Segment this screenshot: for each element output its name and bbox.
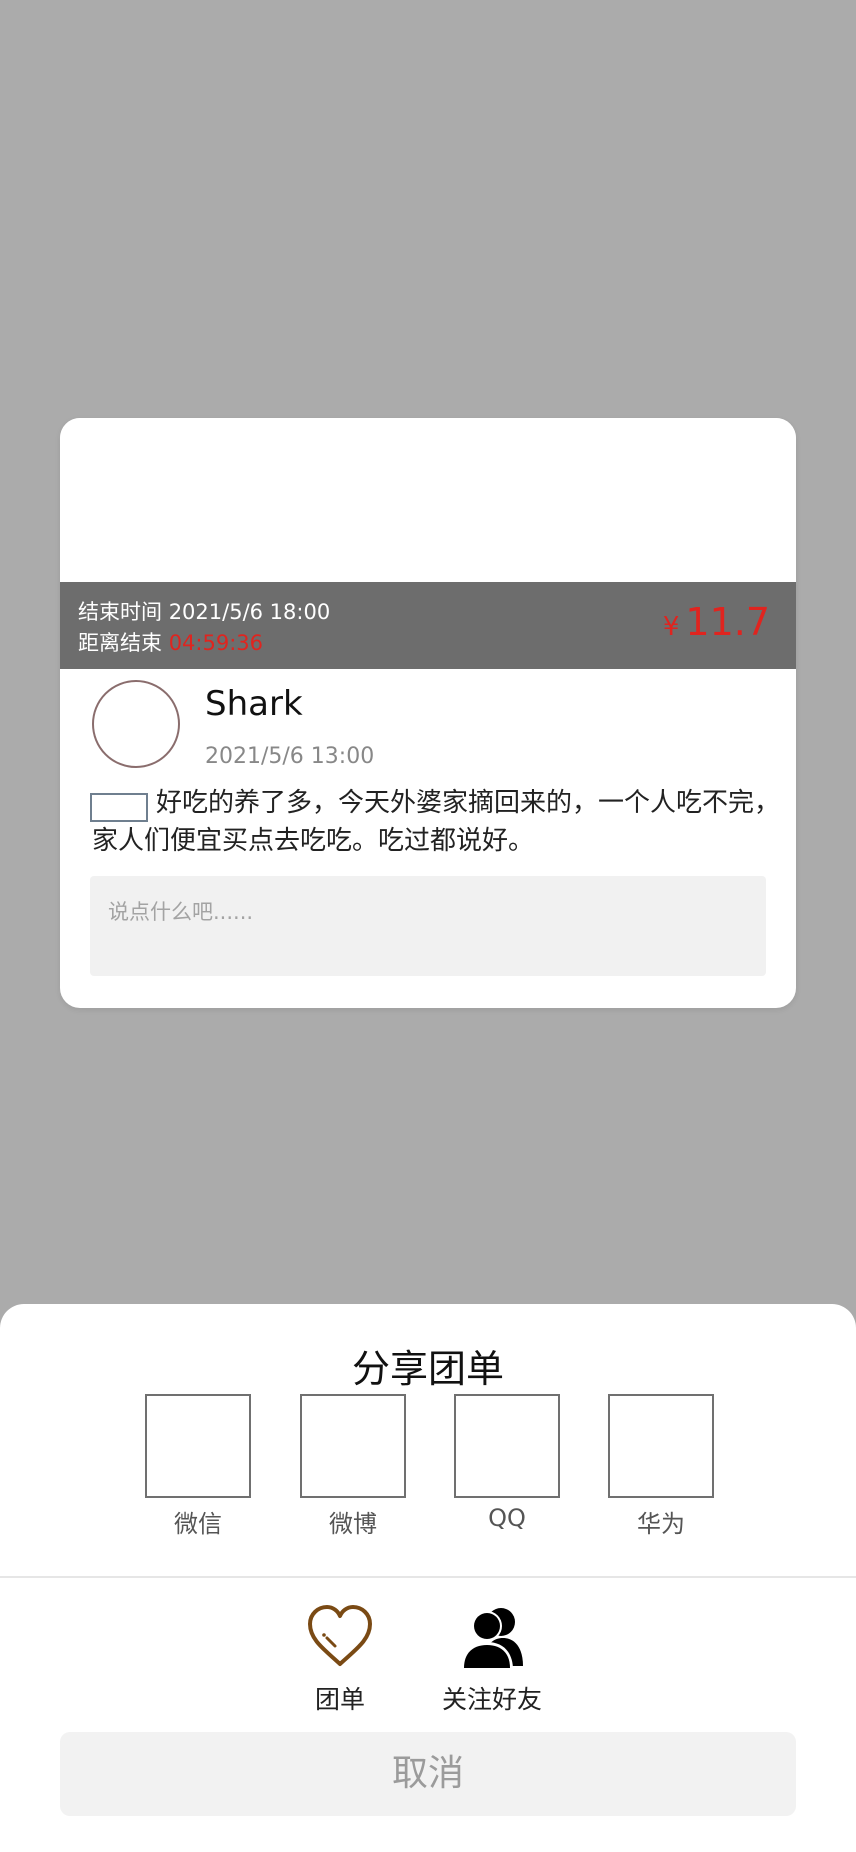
price-symbol: ¥ (662, 612, 680, 642)
cancel-button[interactable]: 取消 (60, 1732, 796, 1816)
wechat-icon[interactable] (145, 1394, 251, 1498)
share-target-label: 微博 (329, 1510, 377, 1538)
countdown-timer: 04:59:36 (168, 631, 264, 655)
remaining-label: 距离结束 (78, 631, 162, 655)
qq-icon[interactable] (454, 1394, 560, 1498)
price: ¥11.7 (663, 600, 770, 644)
share-target-weibo[interactable]: 微博 (298, 1394, 408, 1539)
share-target-huawei[interactable]: 华为 (606, 1394, 716, 1539)
post-card: 结束时间 2021/5/6 18:00 距离结束 04:59:36 ¥11.7 … (60, 418, 796, 1008)
username[interactable]: Shark (205, 684, 303, 724)
post-content: 好吃的养了多，今天外婆家摘回来的，一个人吃不完，家人们便宜买点去吃吃。吃过都说好… (92, 784, 782, 860)
divider (0, 1576, 856, 1578)
post-image (60, 418, 796, 582)
share-target-qq[interactable]: QQ (452, 1394, 562, 1532)
weibo-icon[interactable] (300, 1394, 406, 1498)
end-time-row: 结束时间 2021/5/6 18:00 (78, 596, 330, 626)
comment-input[interactable]: 说点什么吧...... (90, 876, 766, 976)
share-sheet-title: 分享团单 (351, 1347, 504, 1391)
end-time-label: 结束时间 (78, 600, 162, 624)
deal-info-bar: 结束时间 2021/5/6 18:00 距离结束 04:59:36 ¥11.7 (60, 582, 796, 669)
huawei-icon[interactable] (608, 1394, 714, 1498)
post-content-text: 好吃的养了多，今天外婆家摘回来的，一个人吃不完，家人们便宜买点去吃吃。吃过都说好… (92, 788, 781, 856)
heart-icon[interactable] (305, 1602, 375, 1672)
share-target-wechat[interactable]: 微信 (143, 1394, 253, 1539)
action-group-order[interactable]: 团单 (300, 1602, 380, 1716)
share-target-label: QQ (488, 1504, 526, 1532)
share-sheet: 分享团单 微信 微博 QQ 华为 团单 关注好友 取消 (0, 1304, 856, 1852)
action-follow-friends[interactable]: 关注好友 (430, 1602, 554, 1716)
action-label-order: 团单 (314, 1685, 365, 1714)
remaining-row: 距离结束 04:59:36 (78, 627, 263, 657)
share-target-label: 微信 (174, 1510, 222, 1538)
avatar[interactable] (92, 680, 180, 768)
price-value: 11.7 (685, 600, 770, 644)
users-icon[interactable] (457, 1602, 527, 1672)
action-label-follow: 关注好友 (441, 1685, 542, 1714)
end-time-value: 2021/5/6 18:00 (168, 600, 331, 624)
comment-placeholder: 说点什么吧...... (108, 900, 254, 924)
post-time: 2021/5/6 13:00 (205, 744, 375, 769)
share-target-label: 华为 (637, 1510, 685, 1538)
